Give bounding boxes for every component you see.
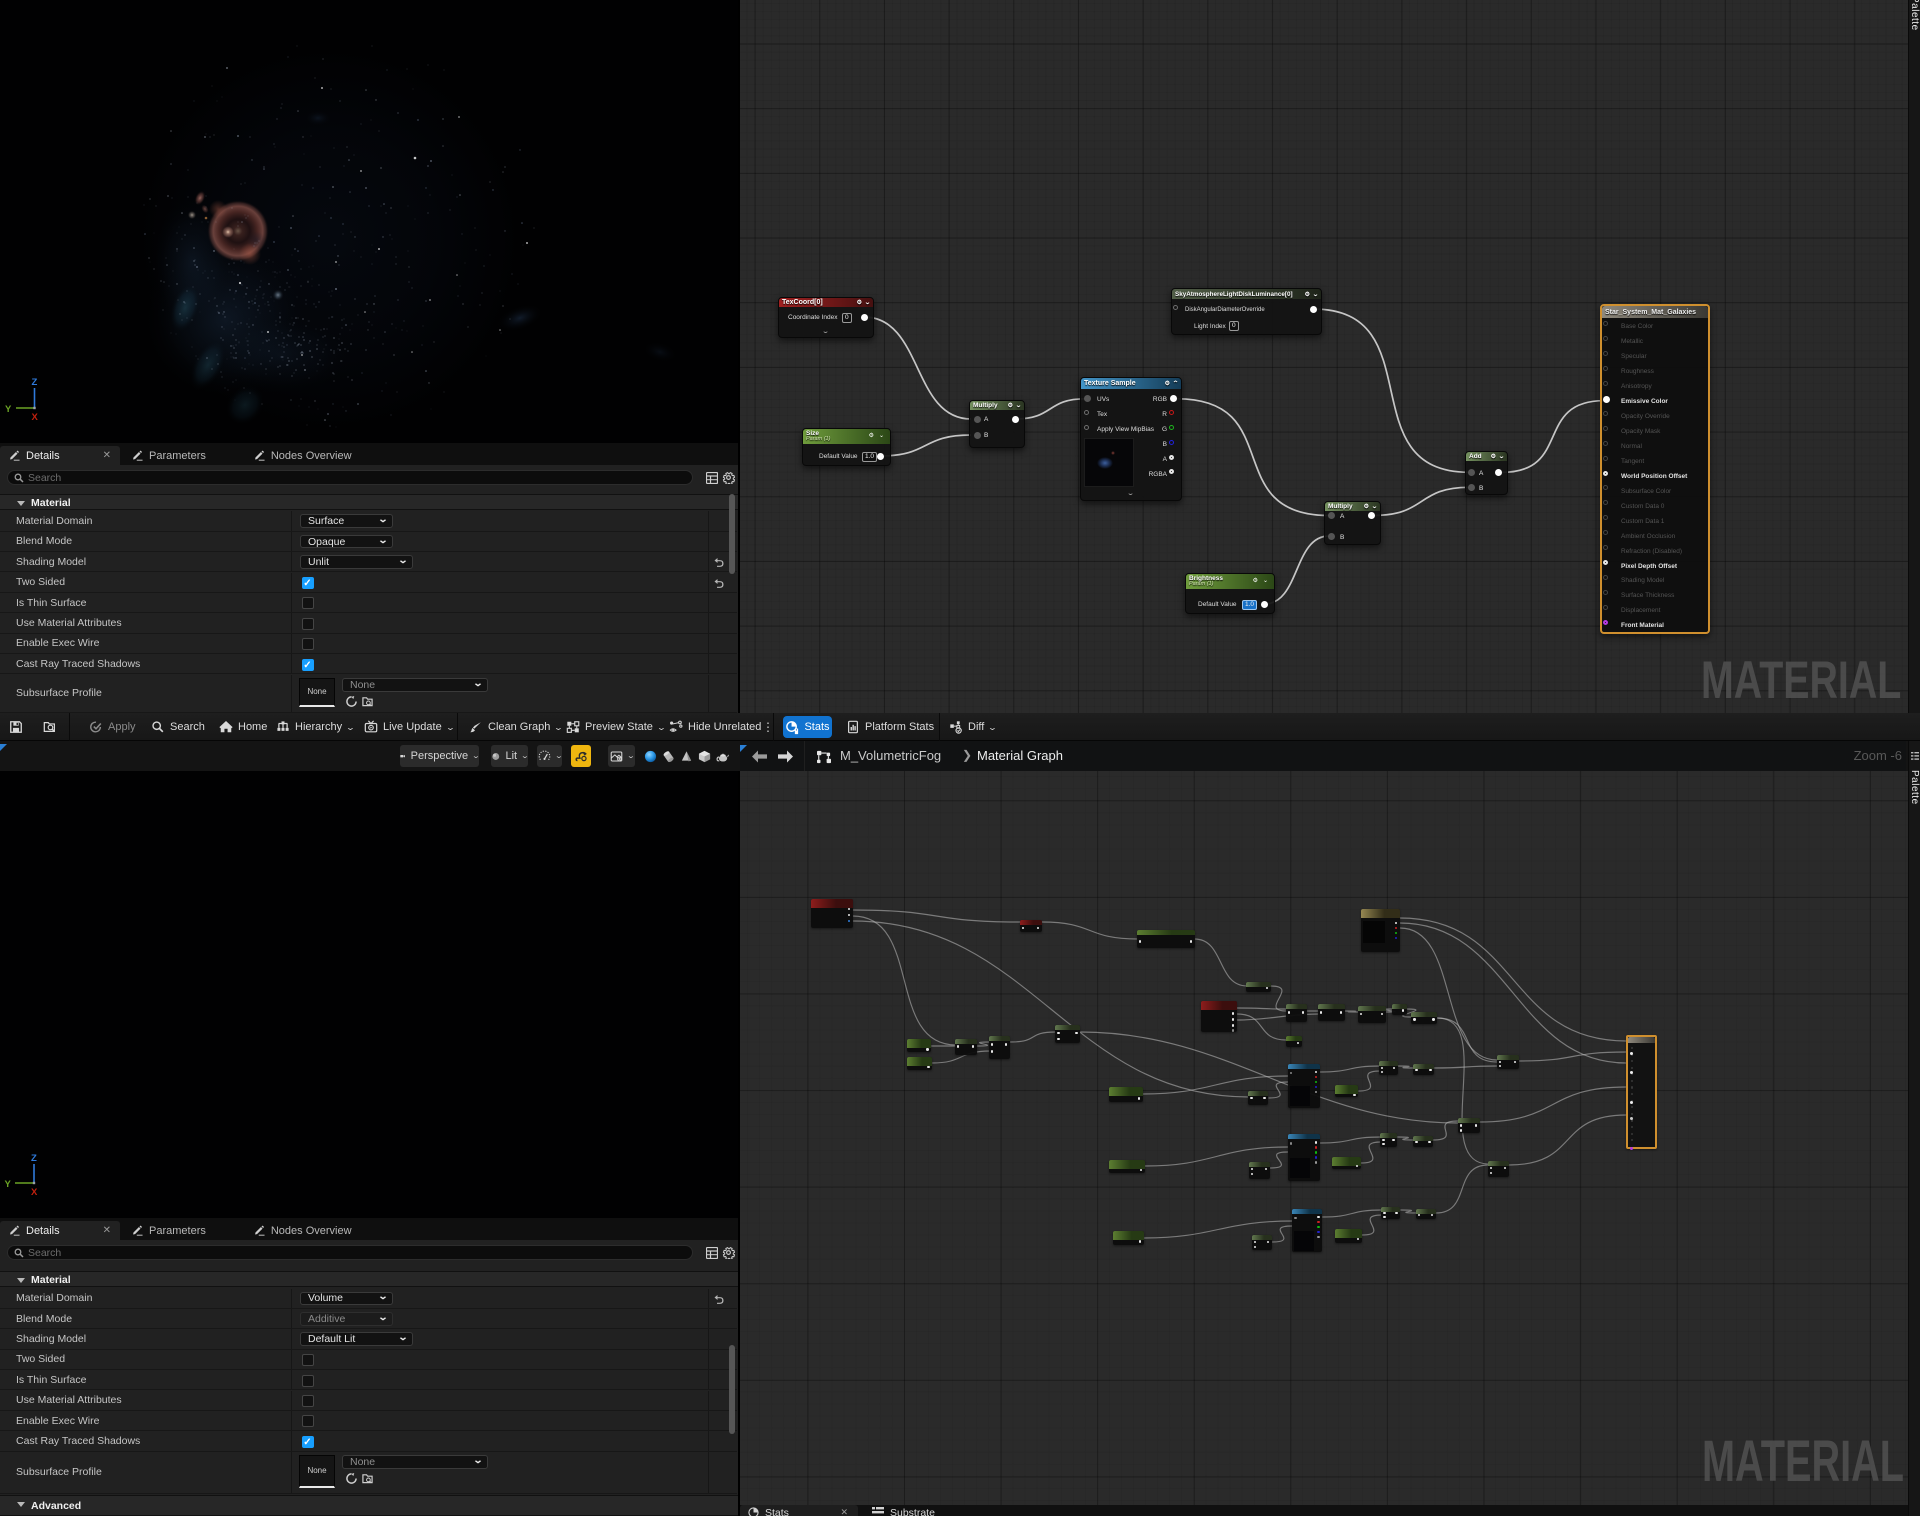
svg-text:Y: Y <box>5 404 12 415</box>
svg-text:Y: Y <box>5 1179 12 1190</box>
svg-text:Z: Z <box>32 377 38 388</box>
svg-text:Z: Z <box>31 1153 37 1164</box>
svg-text:X: X <box>31 1187 38 1198</box>
svg-text:X: X <box>32 412 39 423</box>
